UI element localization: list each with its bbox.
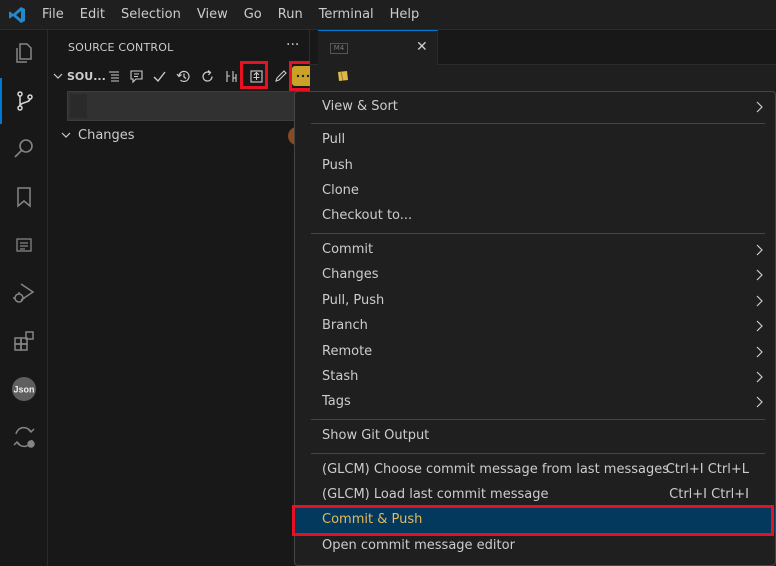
tab-bar: M4 ✕	[310, 30, 776, 65]
chevron-right-icon	[756, 101, 763, 113]
source-control-sidebar: SOURCE CONTROL ··· SOU... Changes	[48, 30, 319, 566]
title-bar: File Edit Selection View Go Run Terminal…	[0, 0, 776, 30]
editor-tab[interactable]: M4 ✕	[318, 30, 438, 65]
chevron-right-icon	[756, 346, 763, 358]
menu-item-label: Commit	[322, 242, 374, 257]
edit-pencil-icon[interactable]	[270, 66, 290, 86]
source-control-icon[interactable]	[0, 78, 48, 124]
explorer-icon[interactable]	[0, 30, 48, 76]
menu-view[interactable]: View	[189, 0, 236, 30]
menu-terminal[interactable]: Terminal	[311, 0, 382, 30]
chevron-right-icon	[756, 320, 763, 332]
menu-item-label: (GLCM) Choose commit message from last m…	[322, 462, 670, 477]
menu-item-label: View & Sort	[322, 99, 398, 114]
menu-separator	[311, 233, 765, 234]
history-icon[interactable]	[173, 66, 193, 86]
outline-icon[interactable]	[0, 222, 48, 268]
menu-item-label: Pull, Push	[322, 293, 385, 308]
scm-section-label: SOU...	[67, 70, 106, 83]
menu-item-pull[interactable]: Pull	[295, 128, 775, 153]
menu-item-branch[interactable]: Branch	[295, 314, 775, 339]
menu-go[interactable]: Go	[236, 0, 270, 30]
menu-item-shortcut: Ctrl+I Ctrl+I	[669, 487, 749, 502]
chevron-right-icon	[756, 244, 763, 256]
changes-label[interactable]: Changes	[78, 128, 135, 143]
chevron-right-icon	[756, 396, 763, 408]
bookmarks-icon[interactable]	[0, 174, 48, 220]
commit-check-icon[interactable]	[149, 66, 169, 86]
highlight-box-glcm	[240, 61, 268, 89]
input-cursor-area	[70, 94, 87, 118]
menu-item-push[interactable]: Push	[295, 154, 775, 179]
menu-item-pull-push[interactable]: Pull, Push	[295, 289, 775, 314]
menu-item-commit[interactable]: Commit	[295, 238, 775, 263]
menu-separator	[311, 453, 765, 454]
menu-item-label: Checkout to...	[322, 208, 413, 223]
view-as-tree-icon[interactable]	[104, 66, 124, 86]
run-debug-icon[interactable]	[0, 270, 48, 316]
menu-item-tags[interactable]: Tags	[295, 390, 775, 415]
sticky-note-icon[interactable]	[336, 69, 350, 83]
menu-item-label: Clone	[322, 183, 359, 198]
menu-item-changes[interactable]: Changes	[295, 263, 775, 288]
highlight-box-commit-push	[292, 505, 774, 536]
menu-item-label: Open commit message editor	[322, 538, 515, 553]
comment-icon[interactable]	[126, 66, 146, 86]
menu-item-label: Pull	[322, 132, 346, 147]
menu-item-checkout[interactable]: Checkout to...	[295, 204, 775, 229]
git-diff-icon[interactable]	[0, 414, 48, 460]
chevron-right-icon	[756, 371, 763, 383]
chevron-down-icon[interactable]	[53, 71, 63, 81]
menu-item-label: Show Git Output	[322, 428, 430, 443]
sidebar-title: SOURCE CONTROL	[68, 41, 174, 54]
menu-item-remote[interactable]: Remote	[295, 340, 775, 365]
menu-item-label: Push	[322, 158, 353, 173]
chevron-right-icon	[756, 295, 763, 307]
search-icon[interactable]	[0, 126, 48, 172]
markdown-file-icon: M4	[330, 43, 348, 54]
activity-bar: Json	[0, 30, 48, 566]
commit-message-input[interactable]	[67, 91, 299, 121]
menu-item-label: Branch	[322, 318, 368, 333]
menu-run[interactable]: Run	[270, 0, 311, 30]
refresh-icon[interactable]	[197, 66, 217, 86]
menu-item-label: Remote	[322, 344, 373, 359]
changes-chevron-icon[interactable]	[61, 130, 71, 140]
menu-edit[interactable]: Edit	[72, 0, 113, 30]
menu-item-open-commit-editor[interactable]: Open commit message editor	[295, 534, 775, 559]
menu-separator	[311, 123, 765, 124]
compare-icon[interactable]	[221, 66, 241, 86]
menu-item-label: Changes	[322, 267, 379, 282]
extensions-icon[interactable]	[0, 318, 48, 364]
menu-item-label: (GLCM) Load last commit message	[322, 487, 549, 502]
menu-selection[interactable]: Selection	[113, 0, 189, 30]
menu-item-label: Stash	[322, 369, 359, 384]
json-icon-label: Json	[13, 385, 34, 395]
vscode-logo-icon	[0, 0, 34, 30]
menu-help[interactable]: Help	[382, 0, 428, 30]
menu-item-glcm-choose-message[interactable]: (GLCM) Choose commit message from last m…	[295, 458, 775, 483]
more-actions-context-menu: View & Sort Pull Push Clone Checkout to.…	[292, 91, 776, 566]
menu-file[interactable]: File	[34, 0, 72, 30]
menu-item-show-git-output[interactable]: Show Git Output	[295, 424, 775, 449]
menu-item-clone[interactable]: Clone	[295, 179, 775, 204]
close-icon[interactable]: ✕	[416, 39, 428, 55]
menu-item-stash[interactable]: Stash	[295, 365, 775, 390]
chevron-right-icon	[756, 269, 763, 281]
scm-repository-header: SOU...	[48, 61, 319, 91]
menu-item-view-sort[interactable]: View & Sort	[295, 95, 775, 120]
menu-separator	[311, 419, 765, 420]
sidebar-more-button[interactable]: ···	[286, 37, 299, 53]
menu-item-shortcut: Ctrl+I Ctrl+L	[665, 462, 749, 477]
json-icon[interactable]: Json	[0, 366, 48, 412]
menu-item-label: Tags	[322, 394, 351, 409]
